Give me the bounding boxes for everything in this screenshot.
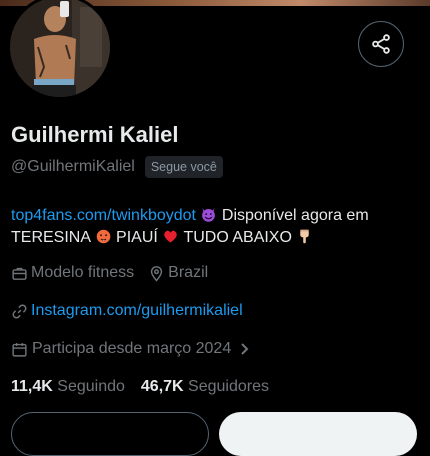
followers-stat[interactable]: 46,7K Seguidores [141,378,269,396]
follows-you-badge: Segue você [144,156,223,178]
calendar-icon [12,342,27,357]
profile-meta-row: Modelo fitness Brazil [11,264,222,282]
following-label: Seguindo [57,378,125,395]
bio-link[interactable]: top4fans.com/twinkboydot [11,207,196,224]
category-item: Modelo fitness [11,264,134,282]
profile-name: Guilhermi Kaliel [11,122,179,147]
website-row[interactable]: Instagram.com/guilhermikaliel [11,302,243,320]
following-count: 11,4K [11,378,53,395]
profile-handle: @GuilhermiKaliel [11,158,135,175]
chevron-right-icon [241,343,249,355]
profile-website-link[interactable]: Instagram.com/guilhermikaliel [31,302,243,320]
primary-action-button[interactable] [219,412,417,456]
link-icon [12,304,27,318]
share-icon [372,34,390,54]
avatar-photo [10,0,110,97]
hot-face-emoji [96,229,110,244]
profile-avatar[interactable] [7,0,113,100]
bio-text-3: TUDO ABAIXO [183,229,292,246]
bio-text-2: PIAUÍ [116,229,158,246]
briefcase-icon [12,267,27,280]
profile-bio: top4fans.com/twinkboydot Disponível agor… [11,205,421,249]
join-date-row[interactable]: Participa desde março 2024 [11,340,255,358]
followers-count: 46,7K [140,378,184,395]
secondary-action-button[interactable] [11,412,209,456]
profile-category: Modelo fitness [31,264,135,281]
followers-label: Seguidores [188,378,269,395]
handle-row: @GuilhermiKaliel Segue você [11,156,223,178]
share-button[interactable] [358,21,404,67]
profile-location: Brazil [168,264,209,281]
profile-join-date: Participa desde março 2024 [32,340,232,357]
pointing-down-emoji [300,229,310,244]
smiling-devil-emoji [202,207,216,222]
following-stat[interactable]: 11,4K Seguindo [11,378,125,396]
location-pin-icon [151,265,163,282]
location-item: Brazil [148,264,208,282]
red-heart-emoji [164,230,178,243]
follow-stats: 11,4K Seguindo 46,7K Seguidores [11,378,285,396]
